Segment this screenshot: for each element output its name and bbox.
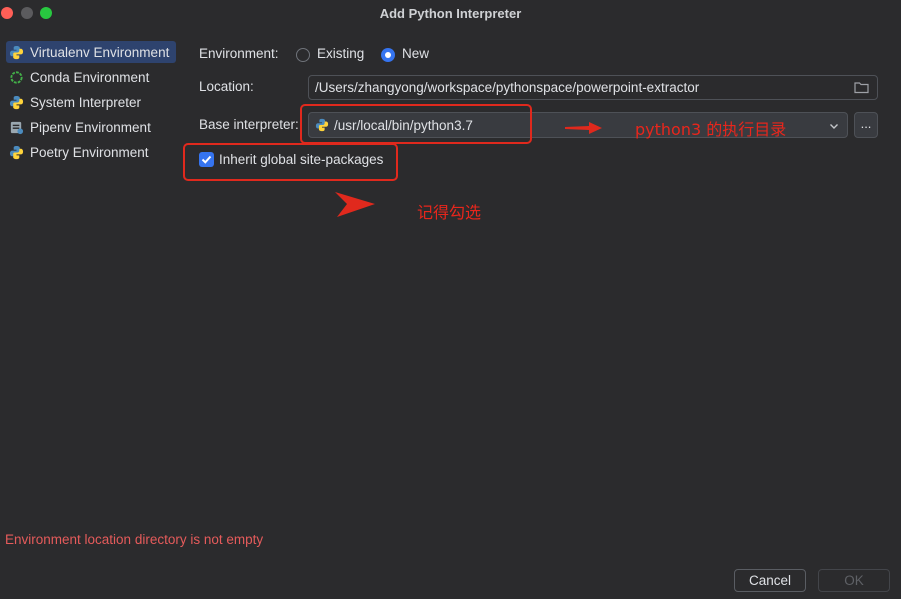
cancel-button[interactable]: Cancel — [734, 569, 806, 592]
existing-radio[interactable] — [296, 48, 310, 62]
sidebar-item-label: Pipenv Environment — [30, 119, 151, 135]
browse-interpreter-button[interactable]: ... — [854, 112, 878, 138]
new-radio-label[interactable]: New — [402, 46, 429, 61]
sidebar-item-virtualenv[interactable]: Virtualenv Environment — [6, 41, 176, 63]
base-interpreter-label: Base interpreter: — [199, 117, 299, 132]
annotation-arrow-right-icon — [565, 122, 602, 134]
chevron-down-icon — [829, 119, 839, 134]
annotation-python3-note: python3 的执行目录 — [635, 120, 787, 139]
conda-icon — [8, 69, 24, 85]
python-icon — [8, 94, 24, 110]
sidebar-item-label: Conda Environment — [30, 69, 150, 85]
sidebar-item-label: Poetry Environment — [30, 144, 149, 160]
location-value: /Users/zhangyong/workspace/pythonspace/p… — [315, 80, 700, 95]
annotation-arrow-right-icon — [335, 192, 375, 217]
title-bar: Add Python Interpreter — [0, 0, 901, 26]
environment-label: Environment: — [199, 46, 279, 61]
annotation-box-interpreter — [300, 104, 532, 144]
annotation-check-note: 记得勾选 — [417, 203, 482, 222]
pipenv-icon — [8, 119, 24, 135]
location-field[interactable]: /Users/zhangyong/workspace/pythonspace/p… — [308, 75, 878, 100]
folder-icon[interactable] — [854, 80, 869, 97]
window-title: Add Python Interpreter — [379, 6, 522, 21]
python-icon — [8, 44, 24, 60]
sidebar-item-conda[interactable]: Conda Environment — [8, 66, 149, 88]
sidebar-item-label: System Interpreter — [30, 94, 142, 110]
existing-radio-label[interactable]: Existing — [317, 46, 364, 61]
sidebar-item-system[interactable]: System Interpreter — [8, 91, 141, 113]
error-message: Environment location directory is not em… — [5, 532, 264, 547]
sidebar-item-pipenv[interactable]: Pipenv Environment — [8, 116, 151, 138]
new-radio[interactable] — [381, 48, 395, 62]
sidebar-item-label: Virtualenv Environment — [30, 44, 170, 60]
ok-button[interactable]: OK — [818, 569, 890, 592]
sidebar-item-poetry[interactable]: Poetry Environment — [8, 141, 149, 163]
python-icon — [8, 144, 24, 160]
annotation-box-checkbox — [183, 143, 398, 181]
location-label: Location: — [199, 79, 254, 94]
